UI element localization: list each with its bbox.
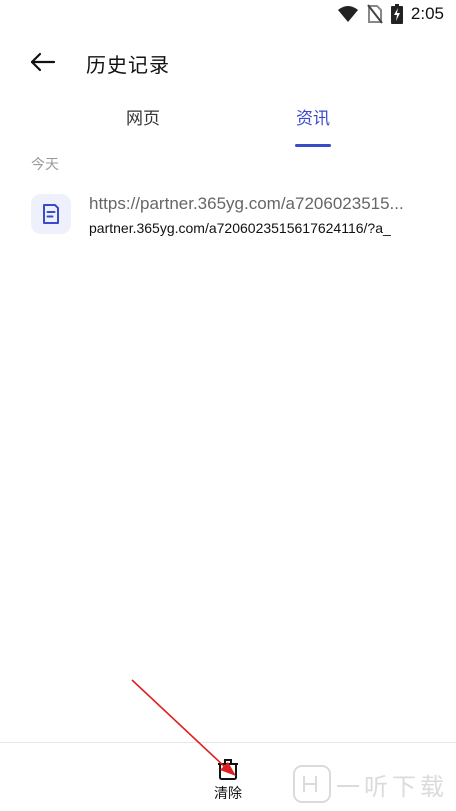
history-item-url: partner.365yg.com/a7206023515617624116/?…: [89, 220, 391, 236]
tab-bar: 网页 资讯: [0, 104, 456, 148]
status-bar: 2:05: [0, 0, 456, 32]
status-time: 2:05: [410, 4, 444, 23]
watermark-logo-icon: [293, 765, 331, 803]
wifi-icon: [337, 6, 358, 22]
watermark: 一听下载: [292, 764, 448, 804]
clear-button[interactable]: 清除: [198, 757, 258, 809]
arrow-left-icon: [30, 52, 56, 72]
history-item-icon-box: [31, 194, 71, 234]
section-label-today: 今天: [31, 157, 59, 173]
page-title: 历史记录: [86, 53, 170, 77]
header: 历史记录: [0, 40, 456, 84]
no-sim-icon: [367, 4, 383, 24]
watermark-text: 一听下载: [336, 772, 448, 801]
back-button[interactable]: [26, 48, 60, 76]
status-icons: 2:05: [337, 4, 444, 24]
history-item-title: https://partner.365yg.com/a7206023515...: [89, 194, 404, 213]
trash-icon: [218, 759, 238, 780]
active-tab-indicator: [295, 144, 331, 147]
clear-label: 清除: [214, 786, 242, 802]
tab-news[interactable]: 资讯: [275, 104, 351, 148]
battery-charging-icon: [390, 4, 403, 24]
tab-web[interactable]: 网页: [105, 104, 181, 148]
history-item[interactable]: https://partner.365yg.com/a7206023515...…: [0, 186, 456, 246]
document-icon: [43, 204, 59, 224]
